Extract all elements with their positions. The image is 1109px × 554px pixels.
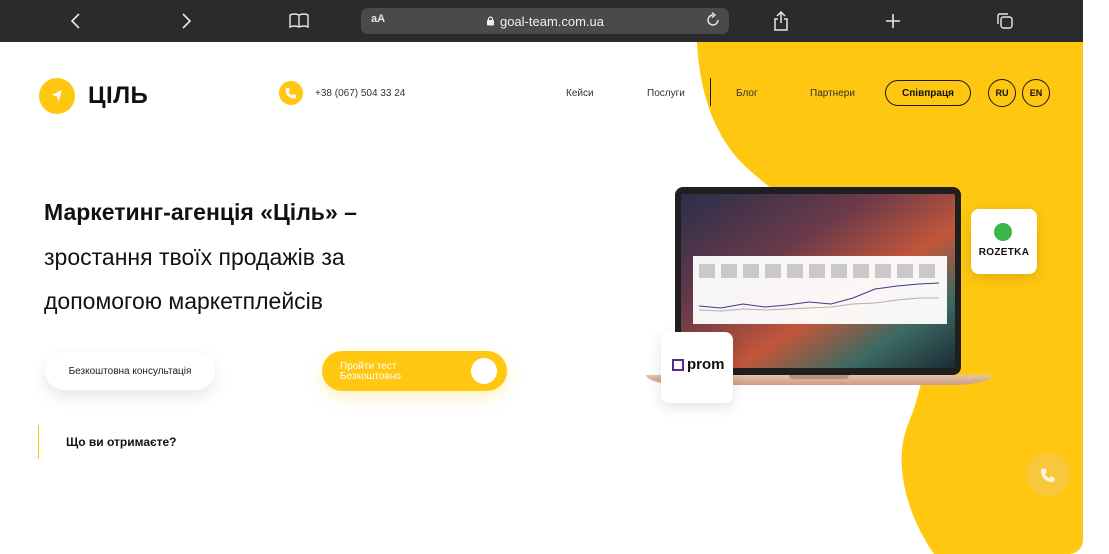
- rozetka-partner-card[interactable]: ROZETKA: [971, 209, 1037, 274]
- nav-partners[interactable]: Партнери: [810, 88, 855, 99]
- hero-subtitle-line-1: зростання твоїх продажів за: [44, 244, 345, 270]
- hero-subtitle-line-2: допомогою маркетплейсів: [44, 288, 323, 314]
- phone-icon: [1040, 468, 1055, 483]
- nav-blog[interactable]: Блог: [736, 88, 758, 99]
- take-test-button[interactable]: Пройти тест Безкоштовно: [322, 351, 507, 391]
- forward-icon[interactable]: [172, 6, 202, 36]
- tabs-icon[interactable]: [990, 6, 1020, 36]
- url-text: goal-team.com.ua: [499, 13, 605, 29]
- page: ЦІЛЬ +38 (067) 504 33 24 Кейси Послуги Б…: [9, 42, 1083, 554]
- lang-en-button[interactable]: EN: [1022, 79, 1050, 107]
- nav-cases[interactable]: Кейси: [566, 88, 594, 99]
- phone-icon: [279, 81, 303, 105]
- rozetka-logo-icon: [994, 223, 1012, 241]
- reload-icon[interactable]: [705, 11, 721, 32]
- share-icon[interactable]: [766, 6, 796, 36]
- what-you-get-section[interactable]: Що ви отримаєте?: [38, 425, 177, 459]
- prom-partner-card[interactable]: prom: [661, 332, 733, 403]
- what-you-get-label: Що ви отримаєте?: [66, 435, 177, 449]
- lock-icon: [486, 14, 495, 29]
- rozetka-label: ROZETKA: [978, 247, 1030, 258]
- free-consultation-button[interactable]: Безкоштовна консультація: [45, 352, 215, 390]
- browser-toolbar: aA goal-team.com.ua: [0, 0, 1083, 42]
- header-phone[interactable]: +38 (067) 504 33 24: [279, 81, 405, 105]
- new-tab-icon[interactable]: [878, 6, 908, 36]
- take-test-sublabel: Безкоштовно: [340, 371, 401, 382]
- prom-label: prom: [687, 356, 725, 373]
- hero-title: Маркетинг-агенція «Ціль» –: [44, 199, 357, 225]
- text-size-button[interactable]: aA: [371, 13, 385, 25]
- nav-divider: [710, 78, 711, 106]
- laptop-notch: [789, 375, 849, 379]
- bookmarks-icon[interactable]: [284, 6, 314, 36]
- logo-arrow-icon: [39, 78, 75, 114]
- prom-logo-icon: [672, 359, 684, 371]
- cooperation-button[interactable]: Співпраця: [885, 80, 971, 106]
- site-logo[interactable]: ЦІЛЬ: [39, 78, 148, 114]
- phone-number: +38 (067) 504 33 24: [315, 87, 406, 99]
- floating-call-button[interactable]: [1026, 453, 1070, 497]
- address-bar[interactable]: aA goal-team.com.ua: [361, 8, 729, 34]
- logo-text: ЦІЛЬ: [88, 82, 149, 109]
- lang-ru-button[interactable]: RU: [988, 79, 1016, 107]
- nav-services[interactable]: Послуги: [647, 88, 685, 99]
- toggle-knob: [471, 358, 497, 384]
- back-icon[interactable]: [60, 6, 90, 36]
